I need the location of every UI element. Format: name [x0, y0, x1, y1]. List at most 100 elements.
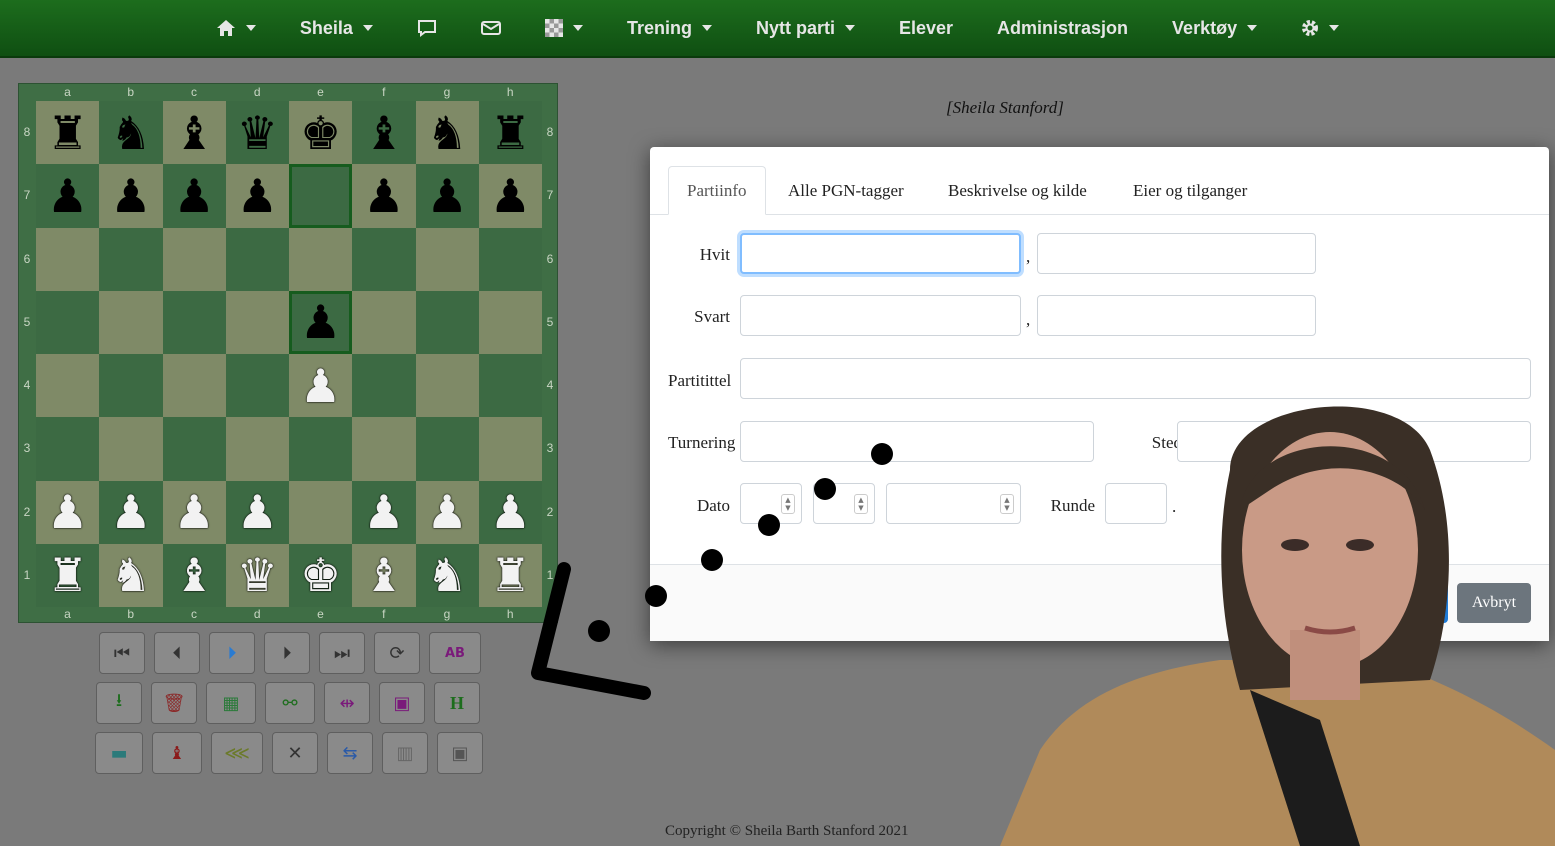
square-e2[interactable] — [289, 480, 353, 544]
tab-beskrivelse-og-kilde[interactable]: Beskrivelse og kilde — [930, 166, 1105, 215]
chess-piece[interactable]: ♟ — [300, 299, 341, 345]
black-lastname-input[interactable] — [740, 295, 1021, 336]
nav-administrasjon[interactable]: Administrasjon — [975, 0, 1150, 57]
square-g6[interactable] — [415, 227, 479, 291]
chess-piece[interactable]: ♟ — [427, 489, 468, 535]
chess-piece[interactable]: ♜ — [47, 110, 88, 156]
square-b8[interactable]: ♞ — [99, 101, 163, 165]
nav-board[interactable] — [523, 0, 605, 57]
square-h7[interactable]: ♟ — [478, 164, 542, 228]
tab-alle-pgn-tagger[interactable]: Alle PGN-tagger — [770, 166, 922, 215]
chess-piece[interactable]: ♟ — [300, 363, 341, 409]
square-c2[interactable]: ♟ — [162, 480, 226, 544]
square-f1[interactable]: ♝ — [352, 543, 416, 607]
nav-home[interactable] — [194, 0, 278, 57]
square-e3[interactable] — [289, 417, 353, 481]
chess-piece[interactable]: ♚ — [300, 110, 341, 156]
square-c6[interactable] — [162, 227, 226, 291]
white-lastname-input[interactable] — [740, 233, 1021, 274]
chess-piece[interactable]: ♝ — [174, 552, 215, 598]
book-button[interactable]: ▬ — [95, 732, 143, 774]
square-h2[interactable]: ♟ — [478, 480, 542, 544]
play-button[interactable]: ⏵ — [209, 632, 255, 674]
square-h4[interactable] — [478, 354, 542, 418]
chess-piece[interactable]: ♝ — [174, 110, 215, 156]
header-button[interactable]: H — [434, 682, 480, 724]
square-d4[interactable] — [225, 354, 289, 418]
chess-piece[interactable]: ♟ — [490, 173, 531, 219]
square-a4[interactable] — [36, 354, 100, 418]
list-button[interactable]: ▥ — [382, 732, 428, 774]
white-firstname-input[interactable] — [1037, 233, 1316, 274]
next-move-button[interactable]: ⏵ — [264, 632, 310, 674]
square-a5[interactable] — [36, 290, 100, 354]
square-f7[interactable]: ♟ — [352, 164, 416, 228]
first-move-button[interactable]: ⏮ — [99, 632, 145, 674]
spellcheck-button[interactable]: AB — [429, 632, 481, 674]
square-h5[interactable] — [478, 290, 542, 354]
square-a1[interactable]: ♜ — [36, 543, 100, 607]
chess-piece[interactable]: ♟ — [490, 489, 531, 535]
spinner-icon[interactable]: ▲ ▼ — [854, 494, 868, 514]
chess-piece[interactable]: ♛ — [237, 110, 278, 156]
square-f6[interactable] — [352, 227, 416, 291]
square-b7[interactable]: ♟ — [99, 164, 163, 228]
chess-piece[interactable]: ♞ — [110, 110, 151, 156]
nav-nytt-parti[interactable]: Nytt parti — [734, 0, 877, 57]
square-a6[interactable] — [36, 227, 100, 291]
square-g3[interactable] — [415, 417, 479, 481]
board-setup-button[interactable]: ▦ — [206, 682, 256, 724]
chess-piece[interactable]: ♞ — [427, 552, 468, 598]
square-d6[interactable] — [225, 227, 289, 291]
chess-piece[interactable]: ♟ — [174, 173, 215, 219]
chess-piece[interactable]: ♟ — [363, 489, 404, 535]
square-e1[interactable]: ♚ — [289, 543, 353, 607]
square-e4[interactable]: ♟ — [289, 354, 353, 418]
chess-piece[interactable]: ♞ — [427, 110, 468, 156]
camera-button[interactable]: ▣ — [437, 732, 483, 774]
tools-button[interactable]: ✕ — [272, 732, 318, 774]
square-b2[interactable]: ♟ — [99, 480, 163, 544]
chess-board[interactable]: ♜ ♞ ♝ ♛ ♚ ♝ ♞ ♜ ♟ ♟ ♟ ♟ ♟ ♟ ♟ ♟ ♟ ♟ ♟ ♟ ♟ ♟ ♟ ♟ ♜ ♞ ♝ ♛ ♚ ♝ ♞ ♜ — [36, 101, 542, 607]
square-g7[interactable]: ♟ — [415, 164, 479, 228]
square-b3[interactable] — [99, 417, 163, 481]
analysis-button[interactable]: ⚯ — [265, 682, 315, 724]
nav-trening[interactable]: Trening — [605, 0, 734, 57]
engine-button[interactable]: ⋘ — [211, 732, 263, 774]
black-firstname-input[interactable] — [1037, 295, 1316, 336]
flip-board-button[interactable]: ⟳ — [374, 632, 420, 674]
last-move-button[interactable]: ⏭ — [319, 632, 365, 674]
chess-piece[interactable]: ♝ — [363, 110, 404, 156]
share-button[interactable]: ⇆ — [327, 732, 373, 774]
chess-piece[interactable]: ♜ — [490, 110, 531, 156]
chess-piece[interactable]: ♟ — [110, 489, 151, 535]
square-g5[interactable] — [415, 290, 479, 354]
square-c8[interactable]: ♝ — [162, 101, 226, 165]
square-h8[interactable]: ♜ — [478, 101, 542, 165]
chess-piece[interactable]: ♟ — [110, 173, 151, 219]
chess-piece[interactable]: ♟ — [237, 489, 278, 535]
square-e6[interactable] — [289, 227, 353, 291]
square-c1[interactable]: ♝ — [162, 543, 226, 607]
square-h6[interactable] — [478, 227, 542, 291]
chess-piece[interactable]: ♜ — [47, 552, 88, 598]
download-button[interactable]: ⭳ — [96, 682, 142, 724]
chess-piece[interactable]: ♞ — [110, 552, 151, 598]
chess-piece[interactable]: ♟ — [427, 173, 468, 219]
nav-user-menu[interactable]: Sheila — [278, 0, 395, 57]
square-b5[interactable] — [99, 290, 163, 354]
square-g1[interactable]: ♞ — [415, 543, 479, 607]
chess-piece[interactable]: ♟ — [47, 173, 88, 219]
square-f3[interactable] — [352, 417, 416, 481]
chess-piece[interactable]: ♝ — [363, 552, 404, 598]
nav-mail[interactable] — [459, 0, 523, 57]
square-d3[interactable] — [225, 417, 289, 481]
chess-piece[interactable]: ♚ — [300, 552, 341, 598]
chess-piece[interactable]: ♛ — [237, 552, 278, 598]
tab-eier-og-tilganger[interactable]: Eier og tilganger — [1115, 166, 1265, 215]
square-f8[interactable]: ♝ — [352, 101, 416, 165]
square-a7[interactable]: ♟ — [36, 164, 100, 228]
nav-elever[interactable]: Elever — [877, 0, 975, 57]
nav-chat[interactable] — [395, 0, 459, 57]
square-g8[interactable]: ♞ — [415, 101, 479, 165]
